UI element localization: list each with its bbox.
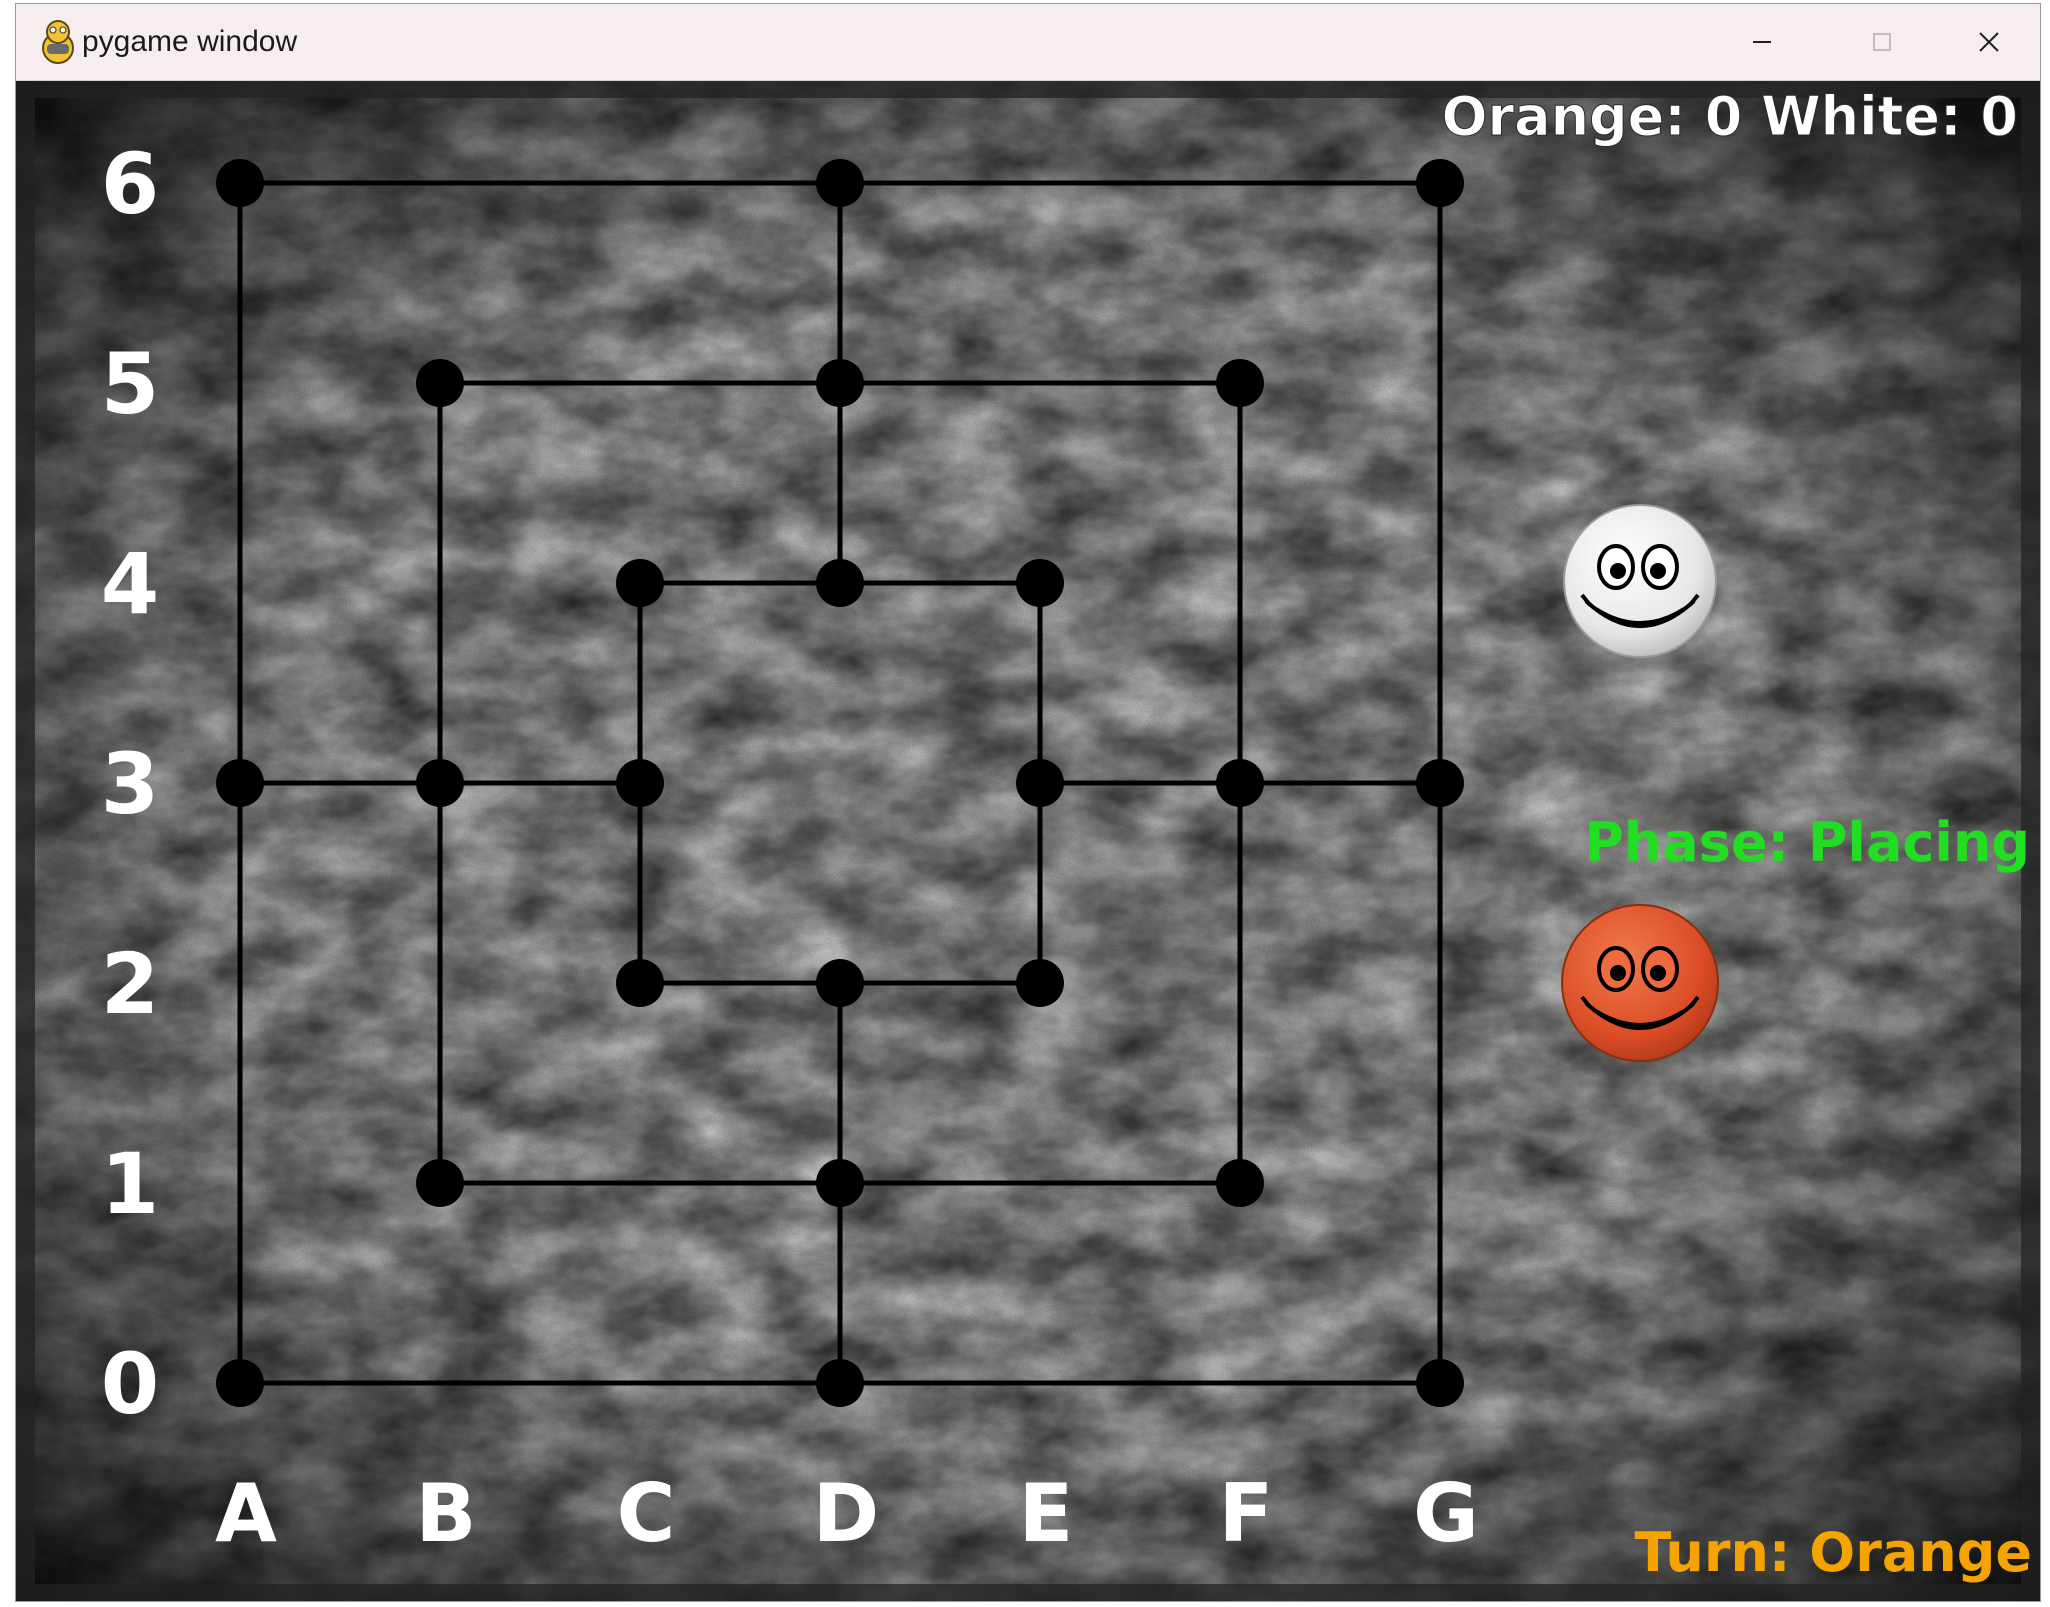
maximize-button[interactable] — [1822, 4, 1942, 80]
maximize-icon — [1873, 33, 1891, 51]
column-label-c: C — [617, 1467, 676, 1560]
game-canvas[interactable]: 6 5 4 3 2 1 0 A B C D E F G Orange: 0 White: 0 Phase… — [16, 81, 2040, 1601]
board-point-b3[interactable] — [416, 759, 464, 807]
pygame-snake-icon — [42, 20, 74, 64]
row-label-2: 2 — [101, 935, 159, 1033]
orange-smiley-piece[interactable] — [1561, 904, 1719, 1062]
board-point-f3[interactable] — [1216, 759, 1264, 807]
board-point-f5[interactable] — [1216, 359, 1264, 407]
board-point-g6[interactable] — [1416, 159, 1464, 207]
score-text: Orange: 0 White: 0 — [1442, 85, 2018, 148]
board-point-d4[interactable] — [816, 559, 864, 607]
board-point-f1[interactable] — [1216, 1159, 1264, 1207]
board-point-d1[interactable] — [816, 1159, 864, 1207]
board-point-d0[interactable] — [816, 1359, 864, 1407]
minimize-icon — [1753, 41, 1771, 43]
board-point-d5[interactable] — [816, 359, 864, 407]
close-button[interactable] — [1938, 4, 2040, 80]
column-label-a: A — [215, 1467, 277, 1560]
title-bar[interactable]: pygame window — [16, 4, 2040, 81]
board-point-e4[interactable] — [1016, 559, 1064, 607]
close-icon — [1979, 32, 1999, 52]
column-label-g: G — [1413, 1467, 1479, 1560]
board-point-c4[interactable] — [616, 559, 664, 607]
column-label-d: D — [813, 1467, 879, 1560]
board-point-b1[interactable] — [416, 1159, 464, 1207]
board-point-g3[interactable] — [1416, 759, 1464, 807]
board-point-c2[interactable] — [616, 959, 664, 1007]
board-point-a0[interactable] — [216, 1359, 264, 1407]
row-label-3: 3 — [101, 735, 159, 833]
column-label-e: E — [1019, 1467, 1074, 1560]
minimize-button[interactable] — [1702, 4, 1822, 80]
turn-text: Turn: Orange — [1634, 1521, 2032, 1584]
pygame-window: pygame window 6 5 4 3 2 1 0 A B C D E F … — [16, 4, 2040, 1601]
phase-text: Phase: Placing — [1584, 811, 2030, 874]
row-label-4: 4 — [101, 535, 159, 633]
board-point-e2[interactable] — [1016, 959, 1064, 1007]
board-point-d2[interactable] — [816, 959, 864, 1007]
board-point-e3[interactable] — [1016, 759, 1064, 807]
column-label-b: B — [416, 1467, 477, 1560]
board-point-a3[interactable] — [216, 759, 264, 807]
board-point-g0[interactable] — [1416, 1359, 1464, 1407]
board-point-d6[interactable] — [816, 159, 864, 207]
row-label-5: 5 — [101, 335, 159, 433]
board-point-c3[interactable] — [616, 759, 664, 807]
window-title: pygame window — [82, 25, 298, 58]
board-point-b5[interactable] — [416, 359, 464, 407]
white-smiley-piece[interactable] — [1563, 504, 1717, 658]
row-label-1: 1 — [101, 1135, 159, 1233]
board-point-a6[interactable] — [216, 159, 264, 207]
row-label-6: 6 — [101, 135, 159, 233]
row-label-0: 0 — [101, 1335, 159, 1433]
column-label-f: F — [1219, 1467, 1274, 1560]
